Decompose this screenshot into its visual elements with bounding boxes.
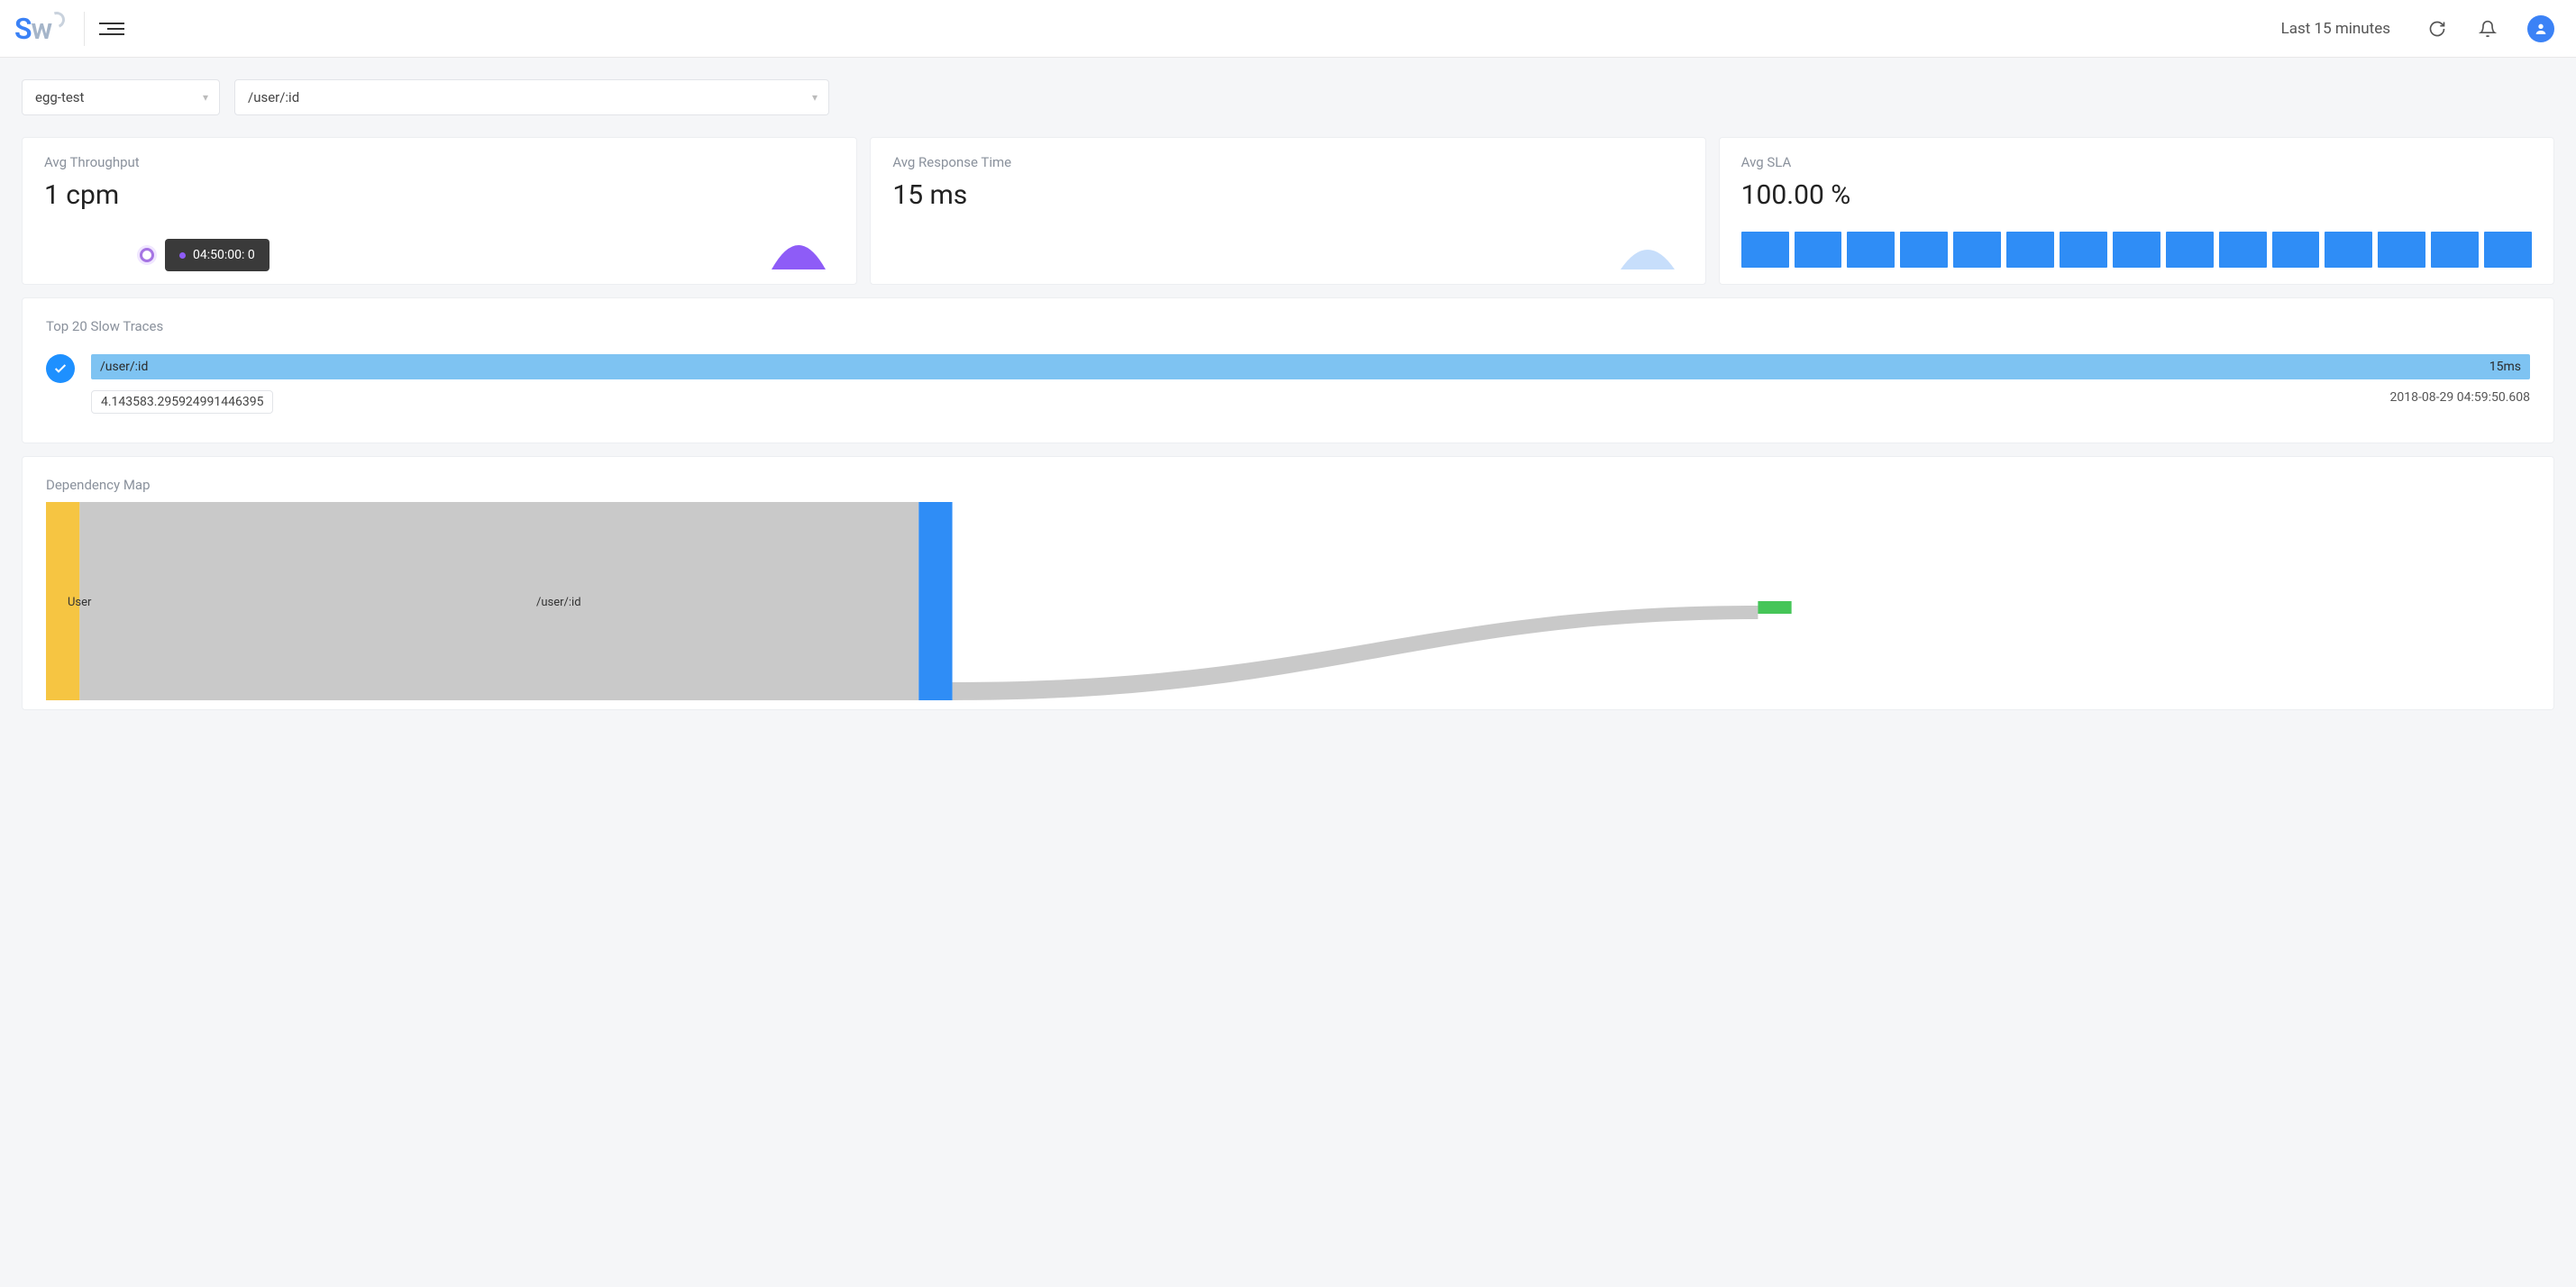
tooltip-dot-icon bbox=[179, 252, 186, 259]
kpi-value: 1 cpm bbox=[44, 179, 835, 211]
chevron-down-icon: ▾ bbox=[812, 91, 818, 104]
trace-row[interactable]: /user/:id 15ms 4.143583.295924991446395 … bbox=[46, 354, 2530, 414]
sankey-node-label: User bbox=[68, 596, 91, 609]
menu-toggle-icon[interactable] bbox=[99, 16, 124, 41]
dependency-map-card: Dependency Map User /user/:id bbox=[22, 456, 2554, 710]
slow-traces-card: Top 20 Slow Traces /user/:id 15ms 4.1435… bbox=[22, 297, 2554, 443]
dependency-sankey[interactable]: User /user/:id bbox=[46, 502, 2530, 709]
kpi-label: Avg Throughput bbox=[44, 154, 835, 170]
chart-tooltip: 04:50:00: 0 bbox=[165, 239, 269, 271]
app-select-value: egg-test bbox=[35, 89, 84, 105]
kpi-value: 15 ms bbox=[892, 179, 1683, 211]
logo: Sw bbox=[14, 12, 85, 46]
response-sparkline bbox=[1612, 230, 1684, 271]
throughput-sparkline bbox=[763, 230, 835, 271]
time-range-selector[interactable]: Last 15 minutes bbox=[2281, 20, 2390, 38]
throughput-point: 04:50:00: 0 bbox=[140, 239, 269, 271]
tooltip-text: 04:50:00: 0 bbox=[193, 248, 255, 262]
endpoint-select[interactable]: /user/:id ▾ bbox=[234, 79, 829, 115]
endpoint-select-value: /user/:id bbox=[248, 89, 299, 105]
kpi-row: Avg Throughput 1 cpm 04:50:00: 0 Avg Res… bbox=[22, 137, 2554, 285]
app-select[interactable]: egg-test ▾ bbox=[22, 79, 220, 115]
kpi-sla-card: Avg SLA 100.00 % bbox=[1719, 137, 2554, 285]
trace-duration: 15ms bbox=[2489, 360, 2521, 374]
trace-id-chip[interactable]: 4.143583.295924991446395 bbox=[91, 390, 273, 414]
kpi-throughput-card: Avg Throughput 1 cpm 04:50:00: 0 bbox=[22, 137, 857, 285]
sla-bar-chart bbox=[1741, 232, 2532, 268]
trace-path: /user/:id bbox=[100, 360, 148, 374]
bell-icon[interactable] bbox=[2477, 18, 2498, 40]
kpi-response-card: Avg Response Time 15 ms bbox=[870, 137, 1705, 285]
datapoint-marker-icon bbox=[140, 248, 154, 262]
kpi-value: 100.00 % bbox=[1741, 179, 2532, 211]
section-title: Top 20 Slow Traces bbox=[46, 318, 2530, 334]
app-header: Sw Last 15 minutes bbox=[0, 0, 2576, 58]
kpi-label: Avg SLA bbox=[1741, 154, 2532, 170]
section-title: Dependency Map bbox=[46, 477, 2530, 493]
trace-duration-bar: /user/:id 15ms bbox=[91, 354, 2530, 379]
kpi-label: Avg Response Time bbox=[892, 154, 1683, 170]
chevron-down-icon: ▾ bbox=[203, 91, 208, 104]
check-circle-icon bbox=[46, 354, 75, 383]
selector-row: egg-test ▾ /user/:id ▾ bbox=[22, 79, 2554, 115]
sankey-node-label: /user/:id bbox=[536, 596, 581, 609]
avatar[interactable] bbox=[2527, 15, 2554, 42]
trace-timestamp: 2018-08-29 04:59:50.608 bbox=[2390, 390, 2530, 414]
refresh-icon[interactable] bbox=[2426, 18, 2448, 40]
